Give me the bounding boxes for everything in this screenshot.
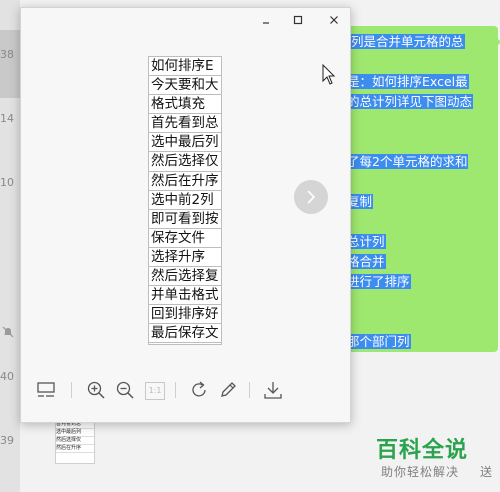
timestamp-1: 38 (0, 48, 14, 61)
message-line-9: 那个部门列 (346, 334, 411, 349)
message-line-4: 了每2个单元格的求和 (346, 154, 469, 169)
next-image-button[interactable] (294, 180, 328, 214)
watermark-brand: 百科全说 (376, 438, 469, 463)
minimize-icon (263, 22, 269, 24)
toolbar-separator (175, 382, 176, 398)
conversation-list-strip (0, 0, 20, 492)
thumbnail-row: 然后选择仅 (56, 437, 94, 445)
close-icon (330, 16, 338, 24)
edit-pencil-icon[interactable] (217, 379, 239, 401)
thumbnail-layout-icon[interactable] (35, 379, 57, 401)
close-button[interactable] (323, 12, 345, 32)
toolbar-separator (71, 382, 72, 398)
image-thumbnail[interactable]: 首先看到总 选中最后列 然后选择仅 然后在升序 (55, 420, 95, 464)
image-viewer-window[interactable]: 如何排序E 今天要和大 格式填充 首先看到总 选中最后列 然后选择仅 然后在升序 选中前2列即… (20, 7, 351, 423)
zoom-out-icon[interactable] (114, 379, 136, 401)
image-text-row: 回到排序好 (149, 305, 221, 325)
message-line-6: 总计列 (346, 234, 386, 249)
timestamp-2: 14 (0, 112, 14, 125)
mouse-cursor-icon (322, 64, 336, 85)
message-line-3: 的总计列详见下图动态 (346, 94, 474, 109)
bubble-tail (495, 36, 500, 48)
chevron-right-icon (307, 190, 316, 204)
image-text-row: 然后在升序 (149, 172, 221, 191)
message-line-1: 列是合并单元格的总 (350, 34, 465, 49)
message-line-2: 是：如何排序Excel最 (346, 74, 469, 89)
timestamp-3: 10 (0, 176, 14, 189)
download-icon[interactable] (262, 379, 284, 401)
maximize-button[interactable] (287, 12, 309, 32)
image-text-row: 并单击格式 (149, 286, 221, 306)
message-partial-right: 送 (480, 465, 493, 479)
thumbnail-row: 然后在升序 (56, 445, 94, 453)
actual-size-button[interactable]: 1:1 (145, 382, 165, 400)
toolbar-separator (249, 382, 250, 398)
rotate-icon[interactable] (188, 379, 210, 401)
timestamp-4: 40 (0, 370, 14, 383)
image-text-row: 选择升序 (149, 248, 221, 268)
zoom-in-icon[interactable] (85, 379, 107, 401)
image-text-row: 然后选择复 (149, 267, 221, 287)
message-line-7: 格合并 (346, 254, 386, 269)
image-text-row: 今天要和大 (149, 76, 221, 96)
image-text-row: 最后保存文 (149, 324, 221, 344)
image-text-row: 格式填充 (149, 95, 221, 115)
image-text-row: 首先看到总 (149, 114, 221, 134)
selected-conversation[interactable] (0, 30, 20, 98)
watermark-slogan: 助你轻松解决 (381, 465, 460, 479)
image-text-row: 选中最后列 (149, 133, 221, 153)
message-line-8: 进行了排序 (346, 274, 411, 289)
image-text-row: 如何排序E (149, 57, 221, 77)
timestamp-5: 39 (0, 434, 14, 447)
image-text-row: 然后选择仅 (149, 152, 221, 172)
thumbnail-row: 选中最后列 (56, 429, 94, 437)
maximize-icon (293, 15, 303, 25)
mute-bell-icon (2, 326, 14, 338)
minimize-button[interactable] (255, 12, 277, 32)
displayed-image: 如何排序E 今天要和大 格式填充 首先看到总 选中最后列 然后选择仅 然后在升序 选中前2列即… (148, 56, 222, 345)
image-text-row: 保存文件 (149, 229, 221, 248)
image-text-row: 即可看到按 (149, 210, 221, 229)
image-text-row: 选中前2列 (149, 191, 221, 210)
